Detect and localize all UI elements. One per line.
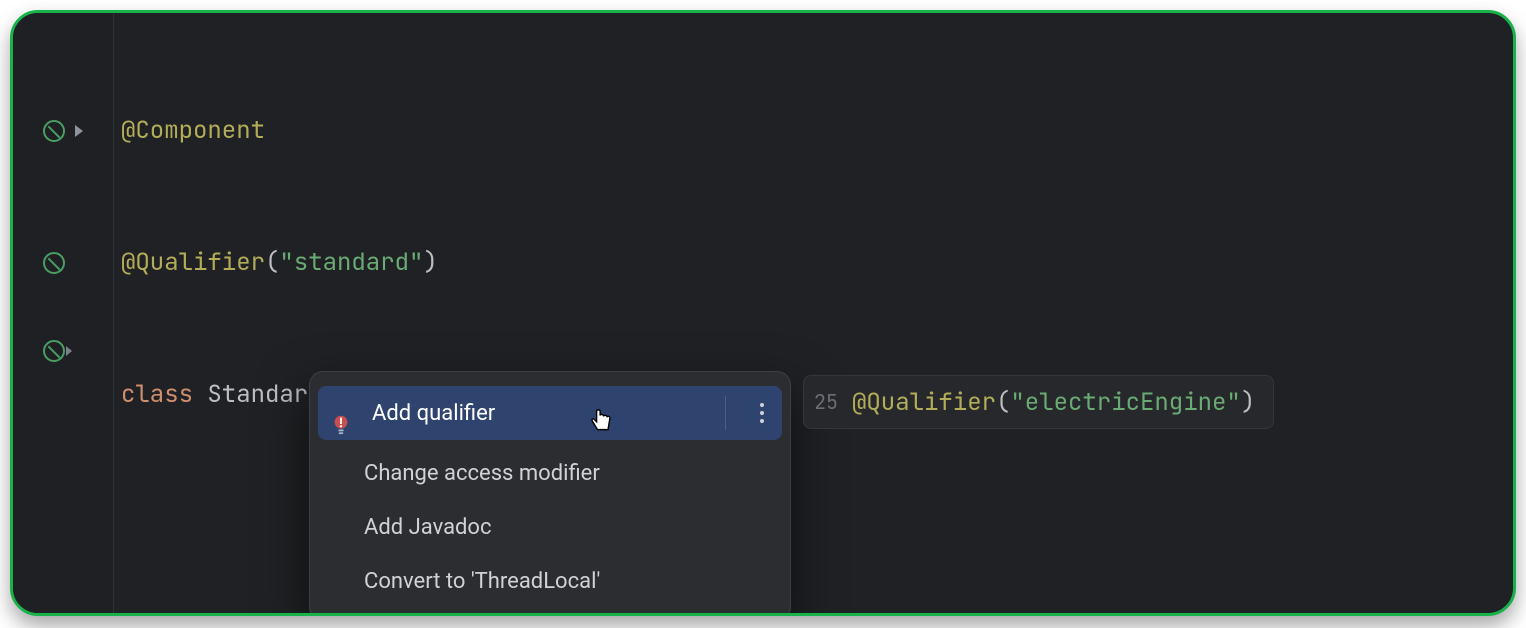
annotation: @Component: [121, 109, 265, 153]
intention-popup[interactable]: Add qualifier Change access modifier Add…: [309, 371, 791, 616]
quickfix-preview: 25 @Qualifier("electricEngine"): [803, 375, 1274, 429]
punct: ): [1241, 387, 1255, 418]
intention-label: Add qualifier: [372, 401, 495, 426]
code-line[interactable]: @Component: [121, 109, 1513, 153]
gutter-row[interactable]: [13, 109, 113, 153]
preview-line-number: 25: [814, 389, 838, 415]
intention-label: Convert to 'ThreadLocal': [364, 569, 600, 594]
intention-item-add-javadoc[interactable]: Add Javadoc: [310, 500, 790, 554]
keyword: class: [121, 373, 207, 417]
gutter-separator: [113, 13, 114, 613]
punct: (: [265, 241, 279, 285]
intention-label: Change access modifier: [364, 461, 600, 486]
string: "standard": [279, 241, 423, 285]
gutter-row[interactable]: [13, 329, 113, 373]
intention-item-convert-threadlocal[interactable]: Convert to 'ThreadLocal': [310, 554, 790, 608]
navigate-icon: [43, 340, 65, 362]
annotation: @Qualifier: [852, 387, 996, 418]
string: "electricEngine": [1010, 387, 1240, 418]
editor-frame: @Component @Qualifier("standard") class …: [10, 10, 1516, 616]
punct: (: [996, 387, 1010, 418]
visibility-icon: [43, 120, 65, 142]
more-options-icon[interactable]: [760, 403, 764, 423]
intention-item-change-access[interactable]: Change access modifier: [310, 446, 790, 500]
visibility-icon: [43, 252, 65, 274]
intention-item-add-qualifier[interactable]: Add qualifier: [318, 386, 782, 440]
fold-caret-icon[interactable]: [75, 125, 83, 137]
gutter-row[interactable]: [13, 241, 113, 285]
punct: ): [423, 241, 437, 285]
gutter: [13, 13, 113, 613]
annotation: @Qualifier: [121, 241, 265, 285]
intention-label: Add Javadoc: [364, 515, 492, 540]
code-line[interactable]: @Qualifier("standard"): [121, 241, 1513, 285]
